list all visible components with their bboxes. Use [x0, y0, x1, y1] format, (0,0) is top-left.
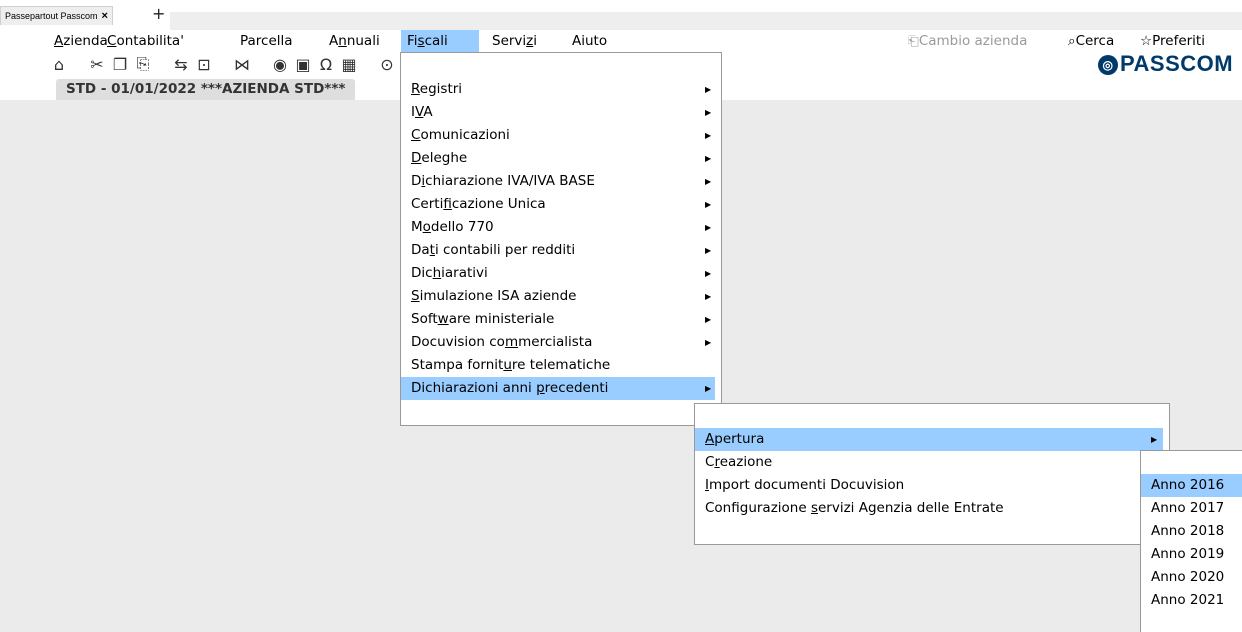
browser-tab[interactable]: Passepartout Passcom ×: [0, 6, 113, 25]
menu-contabilita[interactable]: Contabilita': [101, 30, 190, 52]
menu-item-software-ministeriale[interactable]: Software ministeriale ▶: [401, 308, 721, 331]
tab-title: Passepartout Passcom: [5, 11, 98, 21]
preferiti-button[interactable]: ☆Preferiti: [1140, 30, 1205, 52]
menu-item-anno-2021[interactable]: Anno 2021: [1141, 589, 1242, 612]
menu-item-modello-770[interactable]: Modello 770 ▶: [401, 216, 721, 239]
submenu-arrow-icon: ▶: [705, 315, 712, 324]
menu-item-deleghe[interactable]: Deleghe ▶: [401, 147, 721, 170]
cut-icon[interactable]: ✂: [88, 55, 106, 74]
fiscali-menu: Registri ▶ IVA ▶ Comunicazioni ▶ Deleghe ▶ D…: [400, 52, 722, 426]
omega-icon[interactable]: Ω: [317, 55, 335, 74]
menu-servizi[interactable]: Servizi: [486, 30, 543, 52]
window-icon[interactable]: ▣: [294, 55, 312, 74]
menu-item-dichiarativi[interactable]: Dichiarativi ▶: [401, 262, 721, 285]
cerca-button[interactable]: ⌕Cerca: [1068, 30, 1114, 52]
company-tab[interactable]: STD - 01/01/2022 ***AZIENDA STD***: [56, 79, 356, 100]
paste-icon[interactable]: ⎘: [134, 54, 152, 74]
close-tab-icon[interactable]: ×: [102, 7, 108, 25]
menu-item-creazione[interactable]: Creazione: [695, 451, 1163, 474]
submenu-arrow-icon: ▶: [705, 223, 712, 232]
submenu-arrow-icon: ▶: [705, 200, 712, 209]
submenu-arrow-icon: ▶: [705, 85, 712, 94]
menu-item-anno-2020[interactable]: Anno 2020: [1141, 566, 1242, 589]
submenu-arrow-icon: ▶: [705, 154, 712, 163]
monitor-icon[interactable]: ⊡: [195, 55, 213, 74]
menu-item-comunicazioni[interactable]: Comunicazioni ▶: [401, 124, 721, 147]
menu-item-simulazione-isa[interactable]: Simulazione ISA aziende ▶: [401, 285, 721, 308]
menu-item-dati-contabili[interactable]: Dati contabili per redditi ▶: [401, 239, 721, 262]
switch-company-icon: ⎗: [908, 33, 919, 49]
menu-item-anno-2019[interactable]: Anno 2019: [1141, 543, 1242, 566]
submenu-arrow-icon: ▶: [705, 338, 712, 347]
submenu-arrow-icon: ▶: [705, 292, 712, 301]
calculator-icon[interactable]: ▦: [340, 55, 358, 74]
new-tab-icon[interactable]: +: [152, 4, 165, 23]
menu-item-configurazione-servizi[interactable]: Configurazione servizi Agenzia delle Ent…: [695, 497, 1163, 520]
menu-item-apertura[interactable]: Apertura ▶: [695, 428, 1163, 451]
menu-item-anno-2017[interactable]: Anno 2017: [1141, 497, 1242, 520]
apertura-menu: Anno 2016 Anno 2017 Anno 2018 Anno 2019 …: [1140, 450, 1242, 632]
menu-item-stampa-forniture[interactable]: Stampa forniture telematiche: [401, 354, 721, 377]
passcom-emblem-icon: ◎: [1098, 55, 1118, 75]
menu-aiuto[interactable]: Aiuto: [566, 30, 613, 52]
title-bar: Passepartout Passcom × +: [0, 0, 1242, 30]
menu-parcella[interactable]: Parcella: [234, 30, 299, 52]
submenu-arrow-icon: ▶: [705, 177, 712, 186]
menu-item-dichiarazione-iva[interactable]: Dichiarazione IVA/IVA BASE ▶: [401, 170, 721, 193]
menu-item-dichiarazioni-anni-precedenti[interactable]: Dichiarazioni anni precedenti ▶: [401, 377, 715, 400]
anni-precedenti-menu: Apertura ▶ Creazione Import documenti Doc…: [694, 403, 1170, 545]
transfer-icon[interactable]: ⇆: [172, 55, 190, 74]
passcom-logo: ◎ PASSCOM: [1098, 52, 1233, 76]
menu-item-import-docuvision[interactable]: Import documenti Docuvision: [695, 474, 1163, 497]
menu-item-anno-2016[interactable]: Anno 2016: [1141, 474, 1242, 497]
help-icon[interactable]: ⊙: [378, 55, 396, 74]
submenu-arrow-icon: ▶: [1151, 435, 1158, 444]
submenu-arrow-icon: ▶: [705, 269, 712, 278]
submenu-arrow-icon: ▶: [705, 108, 712, 117]
cambio-azienda-button[interactable]: ⎗Cambio azienda: [908, 30, 1027, 52]
submenu-arrow-icon: ▶: [705, 131, 712, 140]
copy-icon[interactable]: ❐: [111, 55, 129, 74]
submenu-arrow-icon: ▶: [705, 246, 712, 255]
collapse-icon[interactable]: ⋈: [233, 55, 251, 74]
menu-item-docuvision-commercialista[interactable]: Docuvision commercialista ▶: [401, 331, 721, 354]
menu-item-certificazione-unica[interactable]: Certificazione Unica ▶: [401, 193, 721, 216]
menu-fiscali[interactable]: Fiscali: [401, 30, 479, 52]
menu-item-iva[interactable]: IVA ▶: [401, 101, 721, 124]
menu-item-registri[interactable]: Registri ▶: [401, 78, 721, 101]
camera-icon[interactable]: ◉: [271, 55, 289, 74]
menu-item-anno-2018[interactable]: Anno 2018: [1141, 520, 1242, 543]
search-icon: ⌕: [1068, 33, 1076, 49]
submenu-arrow-icon: ▶: [705, 384, 712, 393]
star-icon: ☆: [1140, 33, 1153, 49]
home-icon[interactable]: ⌂: [50, 55, 68, 74]
menu-annuali[interactable]: Annuali: [323, 30, 386, 52]
tab-strip: [170, 12, 1242, 30]
menu-bar: Azienda Contabilita' Parcella Annuali Fi…: [0, 30, 1242, 52]
